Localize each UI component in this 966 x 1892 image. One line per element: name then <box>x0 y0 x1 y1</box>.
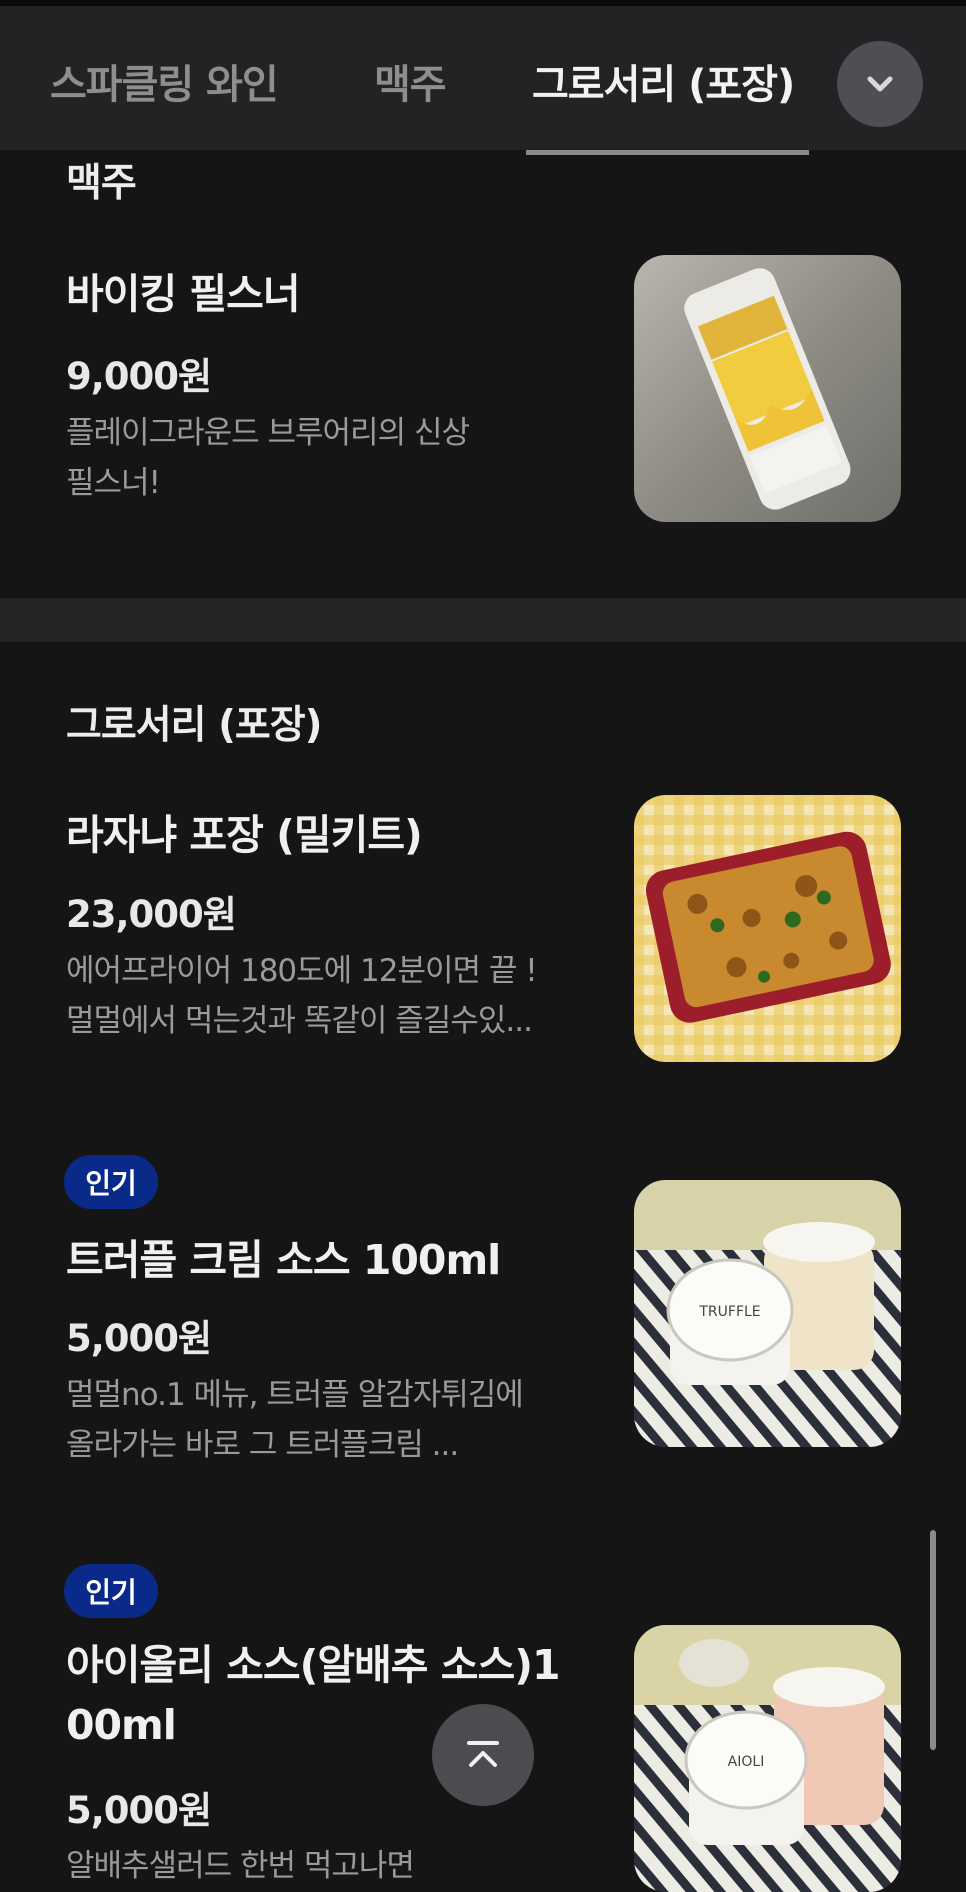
menu-item[interactable]: 라자냐 포장 (밀키트) 23,000원 에어프라이어 180도에 12분이면 … <box>0 780 966 1080</box>
popular-badge: 인기 <box>64 1155 158 1209</box>
item-name: 라자냐 포장 (밀키트) <box>66 811 423 859</box>
menu-item[interactable]: 바이킹 필스너 9,000원 플레이그라운드 브루어리의 신상 필스너! <box>0 230 966 550</box>
category-tab-bar: 스파클링 와인 맥주 그로서리 (포장) <box>0 0 966 155</box>
active-tab-indicator <box>526 150 809 155</box>
tab-beer[interactable]: 맥주 <box>374 52 447 110</box>
menu-item[interactable]: 인기 트러플 크림 소스 100ml 5,000원 멀멀no.1 메뉴, 트러플… <box>0 1150 966 1480</box>
item-description: 플레이그라운드 브루어리의 신상 필스너! <box>66 415 470 501</box>
section-title-grocery: 그로서리 (포장) <box>66 703 323 748</box>
item-image-aioli-sauce: AIOLI <box>634 1625 901 1892</box>
tab-grocery[interactable]: 그로서리 (포장) <box>532 52 795 110</box>
item-price: 5,000원 <box>66 1789 212 1832</box>
arrow-up-to-top-icon <box>467 1741 499 1767</box>
popular-badge: 인기 <box>64 1564 158 1618</box>
section-divider <box>0 598 966 642</box>
item-image-truffle-sauce: TRUFFLE <box>634 1180 901 1447</box>
chevron-down-icon <box>867 76 893 92</box>
section-title-beer: 맥주 <box>66 161 137 206</box>
svg-text:TRUFFLE: TRUFFLE <box>698 1304 760 1320</box>
item-name: 트러플 크림 소스 100ml <box>66 1236 501 1284</box>
item-image-beer-can <box>634 255 901 522</box>
item-price: 9,000원 <box>66 355 212 398</box>
scroll-to-top-button[interactable] <box>432 1704 534 1806</box>
expand-categories-button[interactable] <box>837 41 923 127</box>
item-name: 바이킹 필스너 <box>66 270 301 318</box>
scrollbar[interactable] <box>930 1530 936 1750</box>
item-price: 5,000원 <box>66 1317 212 1360</box>
item-description: 멀멀no.1 메뉴, 트러플 알감자튀김에 올라가는 바로 그 트러플크림 ..… <box>66 1377 524 1463</box>
tab-sparkling-wine[interactable]: 스파클링 와인 <box>50 52 279 110</box>
item-description: 에어프라이어 180도에 12분이면 끝 ! 멀멀에서 먹는것과 똑같이 즐길수… <box>66 953 538 1039</box>
item-image-lasagna <box>634 795 901 1062</box>
svg-text:AIOLI: AIOLI <box>728 1754 765 1770</box>
item-price: 23,000원 <box>66 893 237 936</box>
